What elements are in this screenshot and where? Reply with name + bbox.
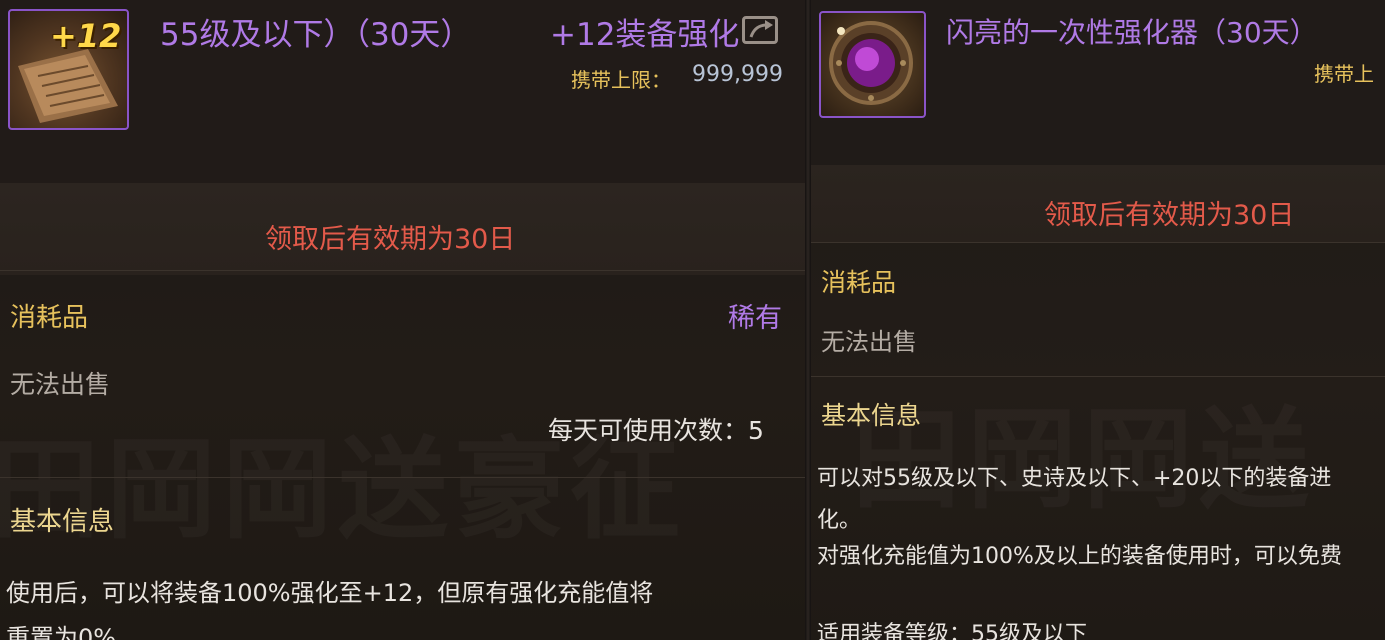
- item-tooltip-right: 田岡岡送 闪亮的一次性强化器（30天） 携带上 领取后有效期为30日 消耗品 无…: [811, 0, 1385, 640]
- item-name: 55级及以下）（30天）: [160, 17, 472, 53]
- item-type: +12装备强化: [550, 17, 740, 53]
- description-line: 化。: [817, 508, 862, 533]
- daily-uses: 每天可使用次数：5: [548, 416, 764, 445]
- description-line: 对强化充能值为100%及以上的装备使用时，可以免费: [817, 544, 1342, 569]
- description-line: 使用后，可以将装备100%强化至+12，但原有强化充能值将: [6, 579, 654, 607]
- item-name: 闪亮的一次性强化器（30天）: [946, 16, 1318, 49]
- item-icon[interactable]: +12: [8, 9, 129, 130]
- section-title-basic-info: 基本信息: [821, 401, 922, 430]
- carry-limit-value: 999,999: [692, 62, 783, 87]
- description-line: 可以对55级及以下、史诗及以下、+20以下的装备进: [817, 466, 1332, 491]
- share-icon[interactable]: [742, 16, 778, 44]
- enhancer-icon: [829, 21, 913, 105]
- equip-level: 适用装备等级：55级及以下: [817, 622, 1087, 640]
- item-icon[interactable]: [819, 11, 926, 118]
- background-watermark: 田岡岡送: [851, 370, 1315, 530]
- carry-limit-label: 携带上: [1314, 62, 1374, 86]
- carry-limit-label: 携带上限：: [571, 68, 671, 92]
- rarity-label: 稀有: [728, 303, 782, 334]
- sell-status: 无法出售: [10, 370, 111, 399]
- validity-notice: 领取后有效期为30日: [265, 224, 516, 255]
- item-category: 消耗品: [821, 268, 897, 297]
- description-line: 重置为0%。: [6, 624, 141, 640]
- section-title-basic-info: 基本信息: [10, 507, 115, 537]
- item-tooltip-left: 田岡岡送豪征 +12 55级及以下）（30天） +12装备强化 携带上限： 99…: [0, 0, 805, 640]
- item-category: 消耗品: [10, 303, 89, 333]
- validity-notice: 领取后有效期为30日: [1044, 200, 1295, 231]
- sell-status: 无法出售: [821, 328, 917, 356]
- icon-enhance-badge: +12: [50, 17, 122, 55]
